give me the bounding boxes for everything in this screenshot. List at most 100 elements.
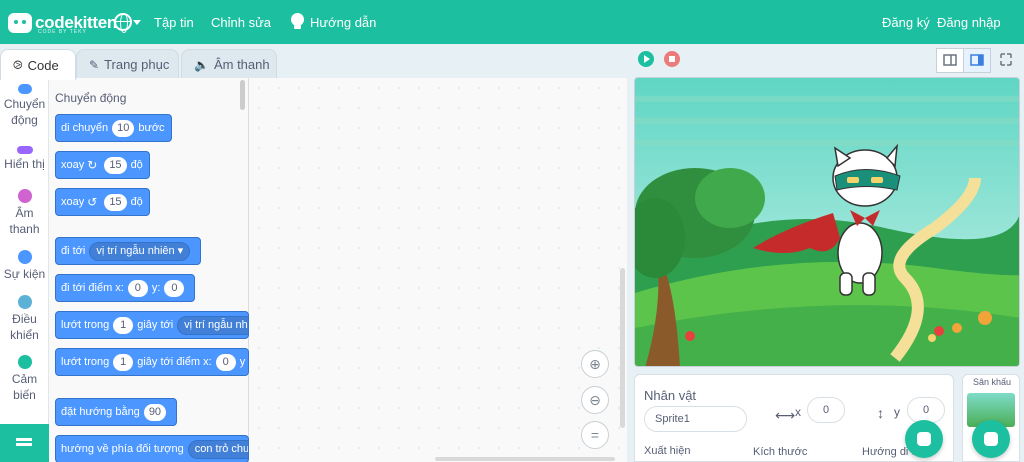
block-text: bước bbox=[138, 122, 165, 134]
add-extension-button[interactable] bbox=[0, 424, 49, 462]
x-label: x bbox=[795, 405, 801, 419]
category-sound-label: Âm thanh bbox=[9, 206, 40, 236]
palette-scrollbar[interactable] bbox=[240, 80, 245, 110]
category-sound[interactable]: Âm thanh bbox=[0, 189, 49, 237]
block-input[interactable]: 0 bbox=[215, 353, 236, 371]
workspace-horizontal-scrollbar[interactable] bbox=[435, 457, 615, 461]
block-dropdown[interactable]: con trỏ chuộ bbox=[187, 439, 248, 459]
rotate-right-icon: ↻ bbox=[87, 158, 98, 172]
category-looks[interactable]: Hiển thị bbox=[0, 146, 49, 172]
tab-costumes[interactable]: ✎ Trang phục bbox=[76, 49, 179, 79]
palette-section-title: Chuyển động bbox=[55, 91, 127, 105]
workspace-vertical-scrollbar[interactable] bbox=[620, 268, 625, 428]
motion-category-icon bbox=[17, 84, 32, 94]
speaker-icon: 🔈 bbox=[194, 57, 209, 72]
small-stage-button[interactable] bbox=[936, 48, 964, 73]
add-backdrop-button[interactable] bbox=[972, 420, 1010, 458]
zoom-reset-button[interactable]: = bbox=[581, 421, 609, 449]
sprite-name-field[interactable]: Sprite1 bbox=[644, 406, 747, 432]
block-input[interactable]: 1 bbox=[113, 316, 134, 334]
category-events-label: Sự kiện bbox=[3, 267, 46, 281]
block-text: hướng về phía đối tượng bbox=[61, 443, 184, 455]
tab-costumes-label: Trang phục bbox=[104, 57, 170, 72]
add-sprite-button[interactable] bbox=[905, 420, 943, 458]
block-text: lướt trong bbox=[61, 356, 110, 368]
block-glide[interactable]: lướt trong 1 giây tới vị trí ngẫu nh bbox=[55, 311, 249, 339]
category-sensing-label: Cảm biến bbox=[11, 372, 38, 402]
block-text: đặt hướng bằng bbox=[61, 406, 140, 418]
y-label: y bbox=[894, 405, 900, 419]
sprite-x-field[interactable]: 0 bbox=[807, 397, 845, 423]
zoom-out-button[interactable]: ⊖ bbox=[581, 386, 609, 414]
green-flag-button[interactable] bbox=[638, 51, 654, 67]
tab-sounds[interactable]: 🔈 Âm thanh bbox=[181, 49, 277, 79]
zoom-in-button[interactable]: ⊕ bbox=[581, 350, 609, 378]
rotate-left-icon: ↺ bbox=[87, 195, 98, 209]
block-input[interactable]: 15 bbox=[104, 156, 127, 174]
horizontal-arrows-icon: ⟷ bbox=[775, 407, 796, 423]
block-text: lướt trong bbox=[61, 319, 110, 331]
size-label: Kích thước bbox=[753, 446, 808, 458]
menu-edit[interactable]: Chỉnh sửa bbox=[211, 15, 271, 30]
zoom-reset-icon: = bbox=[590, 427, 600, 443]
signup-link[interactable]: Đăng ký bbox=[882, 15, 930, 30]
block-text: y: bbox=[151, 282, 161, 294]
codekitten-logo[interactable]: codekitten CODE BY TEKY bbox=[8, 10, 117, 36]
block-input[interactable]: 90 bbox=[143, 403, 167, 421]
kitten-logo-icon bbox=[8, 13, 32, 33]
block-input[interactable]: 10 bbox=[112, 119, 135, 137]
login-link[interactable]: Đăng nhập bbox=[937, 15, 1001, 30]
block-goto[interactable]: đi tới vị trí ngẫu nhiên ▾ bbox=[55, 237, 202, 265]
code-workspace[interactable] bbox=[249, 78, 627, 462]
zoom-in-icon: ⊕ bbox=[589, 355, 601, 372]
stop-button[interactable] bbox=[664, 51, 680, 67]
small-stage-icon bbox=[943, 54, 957, 66]
show-label: Xuất hiện bbox=[644, 445, 691, 457]
lightbulb-icon[interactable] bbox=[291, 13, 304, 29]
menu-guide[interactable]: Hướng dẫn bbox=[310, 15, 376, 30]
category-events[interactable]: Sự kiện bbox=[0, 250, 49, 282]
brand-subtitle: CODE BY TEKY bbox=[38, 29, 87, 35]
block-point-towards[interactable]: hướng về phía đối tượng con trỏ chuộ bbox=[55, 435, 249, 462]
brush-icon: ✎ bbox=[89, 57, 100, 72]
block-dropdown[interactable]: vị trí ngẫu nh bbox=[177, 315, 248, 335]
category-motion[interactable]: Chuyển động bbox=[0, 84, 49, 128]
large-stage-icon bbox=[970, 54, 984, 66]
sprite-y-field[interactable]: 0 bbox=[907, 397, 945, 423]
category-looks-label: Hiển thị bbox=[4, 157, 45, 171]
category-sensing[interactable]: Cảm biến bbox=[0, 355, 49, 403]
sprite-info-panel: Nhân vật Sprite1 ⟷ x 0 ↕ y 0 Xuất hiện K… bbox=[634, 374, 954, 462]
block-text: độ bbox=[130, 196, 143, 208]
block-point-direction[interactable]: đặt hướng bằng 90 bbox=[55, 398, 178, 426]
vertical-arrows-icon: ↕ bbox=[877, 405, 884, 421]
block-input[interactable]: 0 bbox=[127, 279, 148, 297]
chevron-down-icon[interactable] bbox=[133, 20, 141, 25]
block-goto-xy[interactable]: đi tới điểm x: 0 y: 0 bbox=[55, 274, 196, 302]
block-text: đi tới điểm x: bbox=[61, 282, 124, 294]
stage-canvas[interactable] bbox=[634, 77, 1020, 367]
category-control[interactable]: Điều khiển bbox=[0, 295, 49, 343]
control-category-icon bbox=[17, 295, 32, 309]
block-dropdown[interactable]: vị trí ngẫu nhiên ▾ bbox=[89, 241, 191, 261]
block-glide-xy[interactable]: lướt trong 1 giây tới điểm x: 0 y bbox=[55, 348, 249, 376]
fullscreen-button[interactable] bbox=[993, 48, 1021, 73]
large-stage-button[interactable] bbox=[963, 48, 991, 73]
block-input[interactable]: 0 bbox=[164, 279, 185, 297]
globe-icon[interactable] bbox=[114, 13, 132, 33]
block-text: độ bbox=[130, 159, 143, 171]
block-input[interactable]: 15 bbox=[104, 193, 127, 211]
dropdown-value: vị trí ngẫu nhiên bbox=[96, 244, 175, 257]
category-motion-label: Chuyển động bbox=[3, 97, 46, 127]
block-text: y bbox=[239, 356, 246, 368]
tab-code[interactable]: ⧁ Code bbox=[0, 49, 76, 80]
block-input[interactable]: 1 bbox=[113, 353, 134, 371]
menu-file[interactable]: Tập tin bbox=[154, 15, 194, 30]
tab-sounds-label: Âm thanh bbox=[213, 57, 270, 72]
block-turn-left[interactable]: xoay ↺ 15 độ bbox=[55, 188, 150, 216]
block-text: di chuyển bbox=[61, 122, 109, 134]
top-menu-bar: codekitten CODE BY TEKY Tập tin Chỉnh sử… bbox=[0, 0, 1024, 44]
sprite-panel-title: Nhân vật bbox=[644, 388, 697, 403]
block-move-steps[interactable]: di chuyển 10 bước bbox=[55, 114, 172, 142]
block-text: xoay bbox=[61, 196, 85, 208]
block-turn-right[interactable]: xoay ↻ 15 độ bbox=[55, 151, 150, 179]
